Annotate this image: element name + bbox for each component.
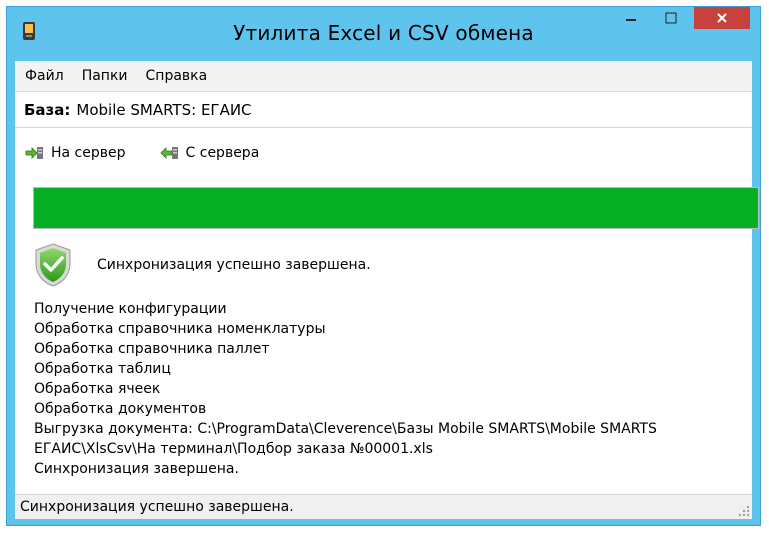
from-server-label: С сервера [185,145,260,161]
menu-file[interactable]: Файл [15,68,73,84]
menu-bar: Файл Папки Справка [15,61,752,92]
status-row: Синхронизация успешно завершена. [33,239,371,291]
menu-folders[interactable]: Папки [73,68,137,84]
progress-bar [33,187,759,229]
window-client-area: Файл Папки Справка База: Mobile SMARTS: … [15,61,759,519]
log-line: Обработка справочника номенклатуры [34,321,326,337]
download-arrow-icon [159,147,178,159]
minimize-icon [626,19,636,21]
database-label: База: [24,100,71,119]
log-line: Обработка таблиц [34,361,171,377]
upload-arrow-icon [25,147,43,159]
close-button[interactable] [694,7,750,29]
status-bar-text: Синхронизация успешно завершена. [20,499,294,515]
status-message: Синхронизация успешно завершена. [97,257,371,273]
database-name: Mobile SMARTS: ЕГАИС [76,100,252,119]
log-line: Получение конфигурации [34,301,227,317]
shield-check-icon [35,243,71,287]
log-line: Обработка справочника паллет [34,341,270,357]
log-line: Обработка ячеек [34,381,161,397]
to-server-button[interactable]: На сервер [25,145,126,161]
status-bar: Синхронизация успешно завершена. [15,494,752,519]
to-server-label: На сервер [51,145,126,161]
toolbar: На сервер С сервера [15,137,752,169]
maximize-button[interactable] [655,7,687,29]
database-bar: База: Mobile SMARTS: ЕГАИС [15,92,752,128]
from-server-button[interactable]: С сервера [159,145,260,161]
window-title: Утилита Excel и CSV обмена [233,21,534,45]
sync-log: Получение конфигурации Обработка справоч… [34,299,756,479]
title-bar[interactable]: Утилита Excel и CSV обмена [7,7,760,59]
minimize-button[interactable] [615,7,647,29]
progress-bar-fill [34,188,758,228]
log-line: Синхронизация завершена. [34,461,239,477]
log-line: Выгрузка документа: C:\ProgramData\Cleve… [34,421,662,457]
maximize-icon [665,12,677,24]
close-icon [717,13,727,23]
app-window: Утилита Excel и CSV обмена Файл Папки Сп… [6,6,761,526]
resize-grip-icon[interactable] [738,505,750,517]
menu-help[interactable]: Справка [137,68,217,84]
log-line: Обработка документов [34,401,207,417]
